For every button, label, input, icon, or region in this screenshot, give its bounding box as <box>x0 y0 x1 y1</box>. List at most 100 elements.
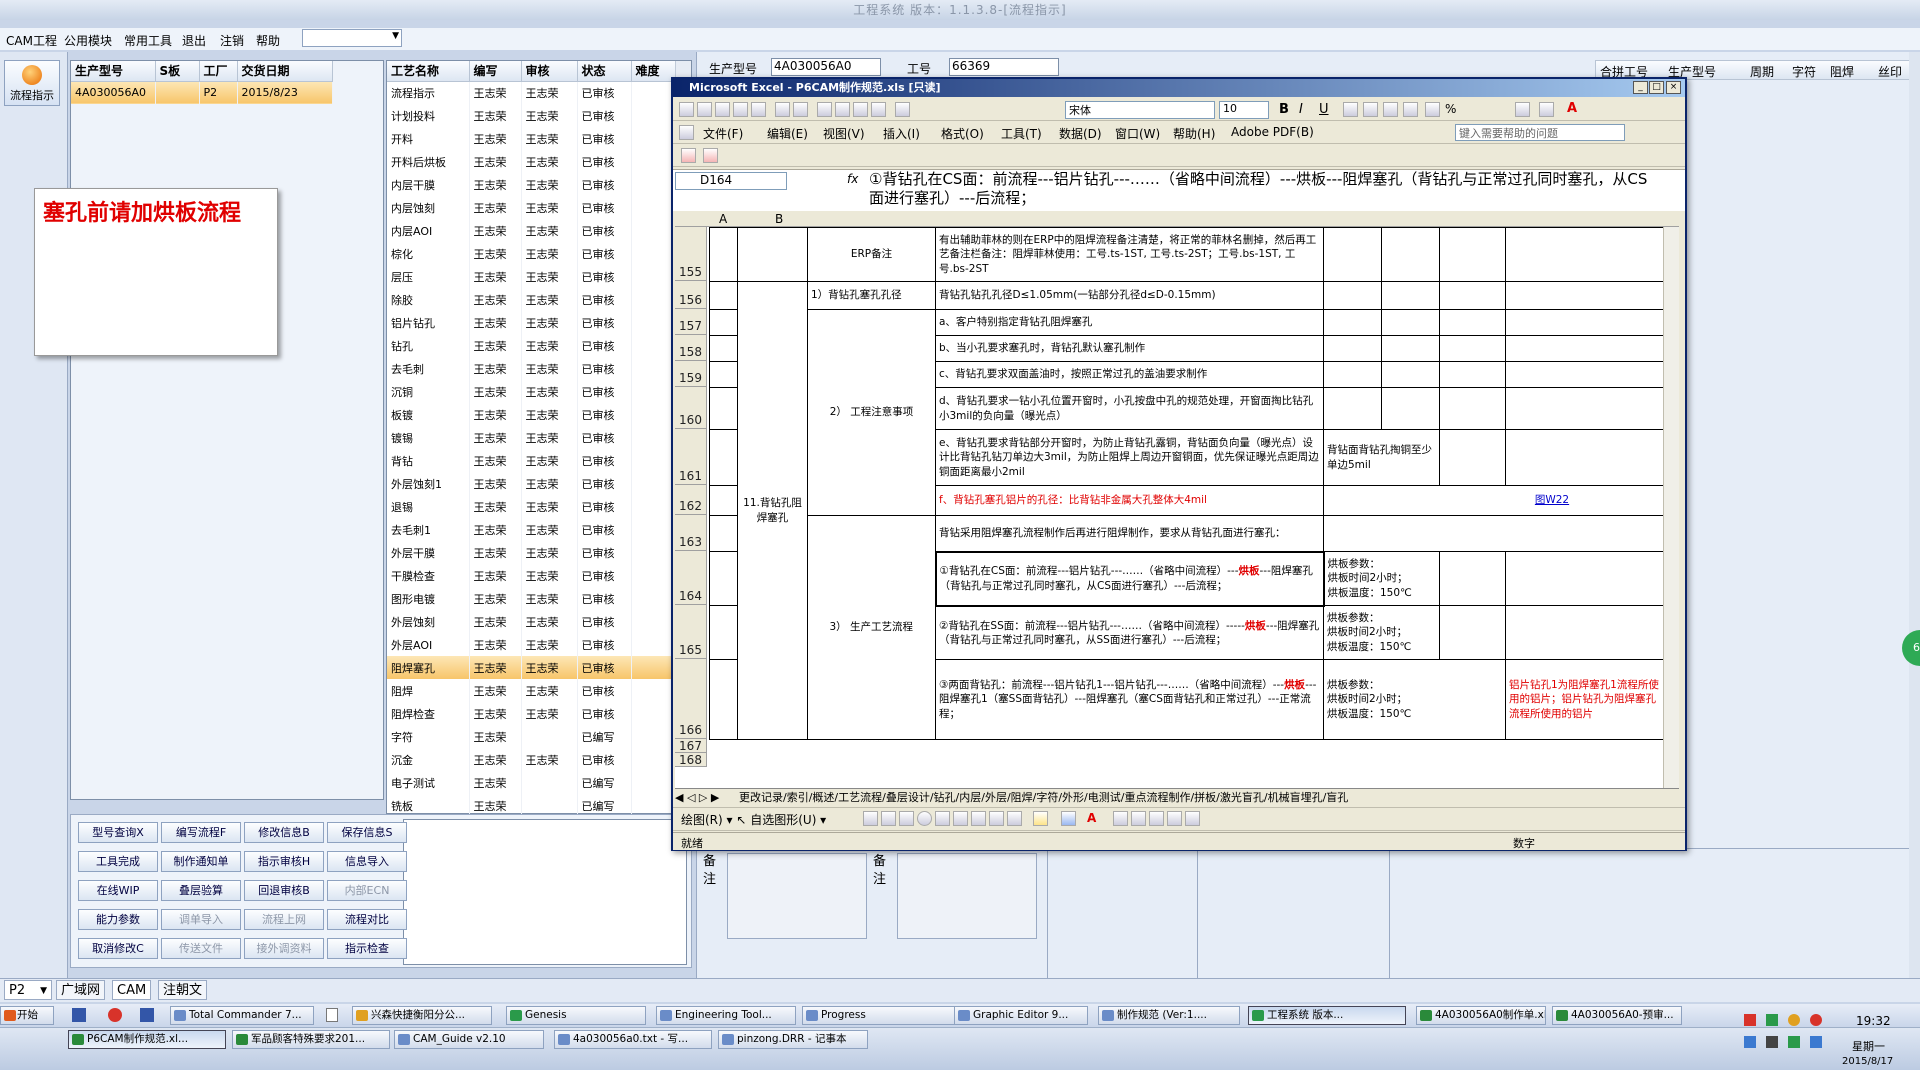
table-row[interactable]: 外层AOI 王志荣 王志荣 已审核 <box>387 633 677 656</box>
col-header[interactable]: 阻焊 <box>1830 63 1854 80</box>
bake-params-1[interactable]: 烘板参数： 烘板时间2小时； 烘板温度：150℃ <box>1323 551 1440 606</box>
item1-text[interactable]: 背钻孔钻孔孔径D≤1.05mm(一钻部分孔径d≤D-0.15mm) <box>935 281 1324 310</box>
font-color-icon-2[interactable]: A <box>1087 811 1096 825</box>
pdf-icon[interactable] <box>681 148 696 163</box>
item1-label[interactable]: 1）背钻孔塞孔孔径 <box>807 281 936 310</box>
flow2-cell[interactable]: ②背钻孔在SS面：前流程---铝片钻孔---……（省略中间流程）-----烘板-… <box>935 605 1324 660</box>
table-row[interactable]: 层压 王志荣 王志荣 已审核 <box>387 265 677 288</box>
col-header[interactable]: 生产型号 <box>71 61 156 82</box>
start-button[interactable]: 开始 <box>0 1006 54 1025</box>
action-button[interactable]: 信息导入 <box>327 851 407 872</box>
picture-icon[interactable] <box>1007 811 1022 826</box>
row-header[interactable]: 155 <box>675 227 707 281</box>
spelling-icon[interactable] <box>817 102 832 117</box>
row-header[interactable]: 156 <box>675 281 707 309</box>
action-button[interactable]: 内部ECN <box>327 880 407 901</box>
table-row[interactable]: 阻焊 王志荣 王志荣 已审核 <box>387 679 677 702</box>
print-preview-icon[interactable] <box>793 102 808 117</box>
sheet-tab-list[interactable]: 更改记录/索引/概述/工艺流程/叠层设计/钻孔/内层/外层/阻焊/字符/外形/电… <box>739 791 1348 804</box>
align-center-icon[interactable] <box>1363 102 1378 117</box>
font-name-select[interactable]: 宋体 <box>1065 101 1215 119</box>
xl-menu-format[interactable]: 格式(O) <box>941 125 984 142</box>
info-textbox[interactable] <box>403 819 687 965</box>
red-note[interactable]: 铝片钻孔1为阻焊塞孔1流程所使用的铝片；铝片钻孔为阻焊塞孔流程所使用的铝片 <box>1505 659 1664 740</box>
sheet-vscrollbar[interactable] <box>1663 227 1679 791</box>
xl-menu-data[interactable]: 数据(D) <box>1059 125 1102 142</box>
table-row[interactable]: 外层蚀刻 王志荣 王志荣 已审核 <box>387 610 677 633</box>
erp-label[interactable]: ERP备注 <box>807 227 936 282</box>
action-button[interactable]: 编写流程F <box>161 822 241 843</box>
font-size-select[interactable]: 10 <box>1219 101 1269 119</box>
bake-params-3[interactable]: 烘板参数： 烘板时间2小时； 烘板温度：150℃ <box>1323 659 1506 740</box>
cut-icon[interactable] <box>835 102 850 117</box>
flow1-cell[interactable]: ①背钻孔在CS面：前流程---铝片钻孔---……（省略中间流程）---烘板---… <box>934 550 1325 607</box>
minimize-icon[interactable]: _ <box>1633 81 1648 94</box>
action-button[interactable]: 流程对比 <box>327 909 407 930</box>
line-style-icon[interactable] <box>1113 811 1128 826</box>
xl-menu-pdf[interactable]: Adobe PDF(B) <box>1231 125 1314 139</box>
row-header[interactable]: 165 <box>675 605 707 659</box>
bake-params-2[interactable]: 烘板参数： 烘板时间2小时； 烘板温度：150℃ <box>1323 605 1440 660</box>
task-wordpad[interactable]: 4a030056a0.txt - 写... <box>554 1030 712 1049</box>
table-row[interactable]: 背钻 王志荣 王志荣 已审核 <box>387 449 677 472</box>
arrow-icon[interactable] <box>881 811 896 826</box>
table-row[interactable]: 内层AOI 王志荣 王志荣 已审核 <box>387 219 677 242</box>
col-header[interactable]: 难度 <box>631 61 677 82</box>
percent-icon[interactable]: % <box>1445 102 1456 116</box>
diagram-icon[interactable] <box>971 811 986 826</box>
cell-c[interactable]: c、背钻孔要求双面盖油时，按照正常过孔的盖油要求制作 <box>935 361 1324 388</box>
task-engineering-tool[interactable]: Engineering Tool... <box>656 1006 796 1025</box>
site-combobox[interactable]: P2 ▼ <box>4 980 52 1000</box>
col-header[interactable]: 交货日期 <box>237 61 333 82</box>
underline-icon[interactable]: U <box>1319 102 1329 117</box>
tray-icon-4[interactable] <box>1810 1014 1822 1026</box>
name-box[interactable]: D164 <box>675 172 787 190</box>
close-icon[interactable]: × <box>1666 81 1681 94</box>
table-row[interactable]: 去毛刺 王志荣 王志荣 已审核 <box>387 357 677 380</box>
tab-user[interactable]: 注朝文 <box>158 980 208 1000</box>
fill-color-icon-2[interactable] <box>1033 811 1048 826</box>
action-button[interactable]: 流程上网 <box>244 909 324 930</box>
textbox-icon[interactable] <box>935 811 950 826</box>
action-button[interactable]: 传送文件 <box>161 938 241 959</box>
email-icon[interactable] <box>751 102 766 117</box>
task-genesis[interactable]: Genesis <box>506 1006 646 1025</box>
col-header[interactable]: 工艺名称 <box>387 61 470 82</box>
row-header[interactable]: 159 <box>675 361 707 387</box>
xl-menu-help[interactable]: 帮助(H) <box>1173 125 1215 142</box>
table-row[interactable]: 字符 王志荣 已编写 <box>387 725 677 748</box>
table-row[interactable]: 图形电镀 王志荣 王志荣 已审核 <box>387 587 677 610</box>
item3-label[interactable]: 3） 生产工艺流程 <box>807 515 936 740</box>
cell-f[interactable]: f、背钻孔塞孔铝片的孔径：比背钻非金属大孔整体大4mil <box>935 485 1324 516</box>
action-button[interactable]: 修改信息B <box>244 822 324 843</box>
borders-icon[interactable] <box>1515 102 1530 117</box>
currency-icon[interactable] <box>1425 102 1440 117</box>
formula-content[interactable]: ①背钻孔在CS面：前流程---铝片钻孔---……（省略中间流程）---烘板---… <box>869 170 1661 208</box>
format-painter-icon[interactable] <box>895 102 910 117</box>
open-icon[interactable] <box>697 102 712 117</box>
action-button[interactable]: 能力参数 <box>78 909 158 930</box>
task-total-commander[interactable]: Total Commander 7... <box>170 1006 314 1025</box>
align-right-icon[interactable] <box>1383 102 1398 117</box>
remarks-box[interactable] <box>727 853 867 939</box>
table-row[interactable]: 钻孔 王志荣 王志荣 已审核 <box>387 334 677 357</box>
table-row[interactable]: 棕化 王志荣 王志荣 已审核 <box>387 242 677 265</box>
action-button[interactable]: 指示审核H <box>244 851 324 872</box>
col-header[interactable]: 丝印 <box>1878 63 1902 80</box>
table-row[interactable]: 阻焊检查 王志荣 王志荣 已审核 <box>387 702 677 725</box>
flow3-cell[interactable]: ③两面背钻孔：前流程---铝片钻孔1---铝片钻孔---……（省略中间流程）--… <box>935 659 1324 740</box>
flow-indicate-button[interactable]: 流程指示 <box>4 60 60 106</box>
tray-icon-2[interactable] <box>1766 1014 1778 1026</box>
row-header[interactable]: 166 <box>675 659 707 739</box>
table-row[interactable]: 镀锡 王志荣 王志荣 已审核 <box>387 426 677 449</box>
table-row[interactable]: 电子测试 王志荣 已编写 <box>387 771 677 794</box>
italic-icon[interactable]: I <box>1299 102 1303 117</box>
section-title[interactable]: 11.背钻孔阻焊塞孔 <box>737 281 808 740</box>
table-row[interactable]: 外层蚀刻1 王志荣 王志荣 已审核 <box>387 472 677 495</box>
help-search-input[interactable]: 键入需要帮助的问题 <box>1455 124 1625 141</box>
clock-time[interactable]: 19:32 <box>1856 1014 1891 1028</box>
table-row[interactable]: 流程指示 王志荣 王志荣 已审核 <box>387 81 677 104</box>
table-row[interactable]: 外层干膜 王志荣 王志荣 已审核 <box>387 541 677 564</box>
fill-color-icon[interactable] <box>1539 102 1554 117</box>
row-header[interactable]: 162 <box>675 485 707 515</box>
